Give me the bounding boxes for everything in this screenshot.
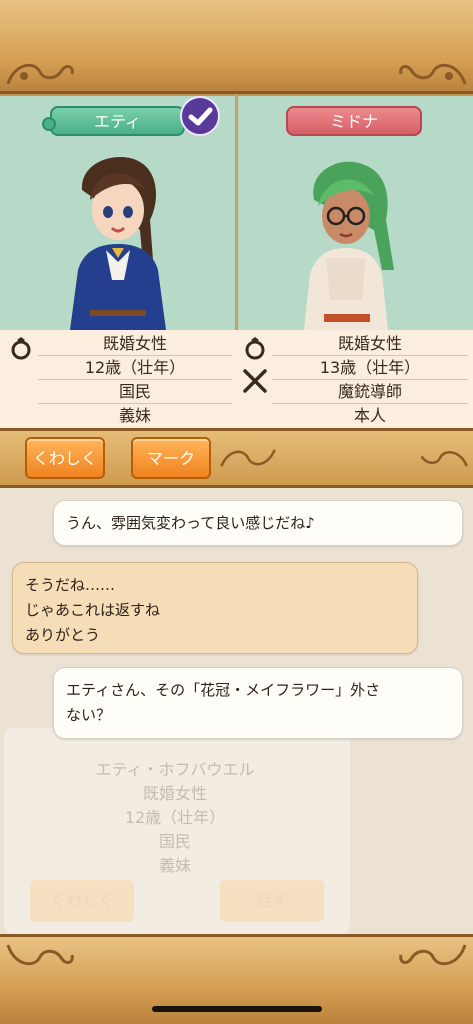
chat-message-me: うん、雰囲気変わって良い感じだね♪ [53, 500, 463, 546]
left-status: 既婚女性 [38, 332, 232, 356]
right-age: 13歳（壮年） [272, 356, 468, 380]
message-text: うん、雰囲気変わって良い感じだね♪ [66, 514, 315, 532]
right-status: 既婚女性 [272, 332, 468, 356]
left-age: 12歳（壮年） [38, 356, 232, 380]
left-character-avatar[interactable] [60, 150, 180, 330]
flourish-ornament-left [6, 63, 74, 85]
details-button[interactable]: くわしく [25, 437, 105, 479]
home-indicator[interactable] [152, 1006, 322, 1012]
right-relation: 本人 [353, 406, 386, 425]
message-line: ありがとう [25, 626, 101, 644]
background-details-button: くわしく [30, 880, 134, 922]
background-card-name: エティ・ホフバウエル [95, 760, 255, 779]
background-card-status: 既婚女性 [142, 784, 207, 803]
message-line: エティさん、その「花冠・メイフラワー」外さ [66, 681, 381, 699]
flourish-ornament-right [399, 63, 467, 85]
ring-icon [11, 337, 31, 360]
background-card-relation: 義妹 [158, 856, 191, 875]
right-character-name-tag[interactable]: ミドナ [286, 106, 422, 136]
message-line: そうだね…… [25, 576, 116, 594]
flourish-ornament-right [420, 451, 468, 467]
ring-icon [245, 337, 265, 360]
flourish-ornament-right [399, 944, 467, 966]
top-banner [0, 0, 473, 94]
crossed-swords-icon [243, 369, 267, 393]
message-line: じゃあこれは返すね [25, 601, 161, 619]
left-character-name-tag[interactable]: エティ [42, 106, 185, 136]
right-role: 魔銃導師 [272, 380, 468, 404]
check-icon [188, 107, 213, 126]
chat-message-them: そうだね…… じゃあこれは返すね ありがとう [12, 562, 418, 654]
background-talk-button: 話す [220, 880, 324, 922]
background-card-role: 国民 [158, 832, 191, 851]
message-line: ない？ [66, 706, 112, 724]
right-character-avatar[interactable] [290, 150, 410, 330]
background-card-age: 12歳（壮年） [124, 808, 226, 827]
chat-message-me: エティさん、その「花冠・メイフラワー」外さ ない？ [53, 667, 463, 739]
left-role: 国民 [38, 380, 232, 404]
selected-check-badge [180, 96, 220, 136]
mark-button[interactable]: マーク [131, 437, 211, 479]
flourish-ornament-center [220, 449, 276, 467]
left-relation: 義妹 [118, 406, 151, 425]
flourish-ornament-left [6, 944, 74, 966]
